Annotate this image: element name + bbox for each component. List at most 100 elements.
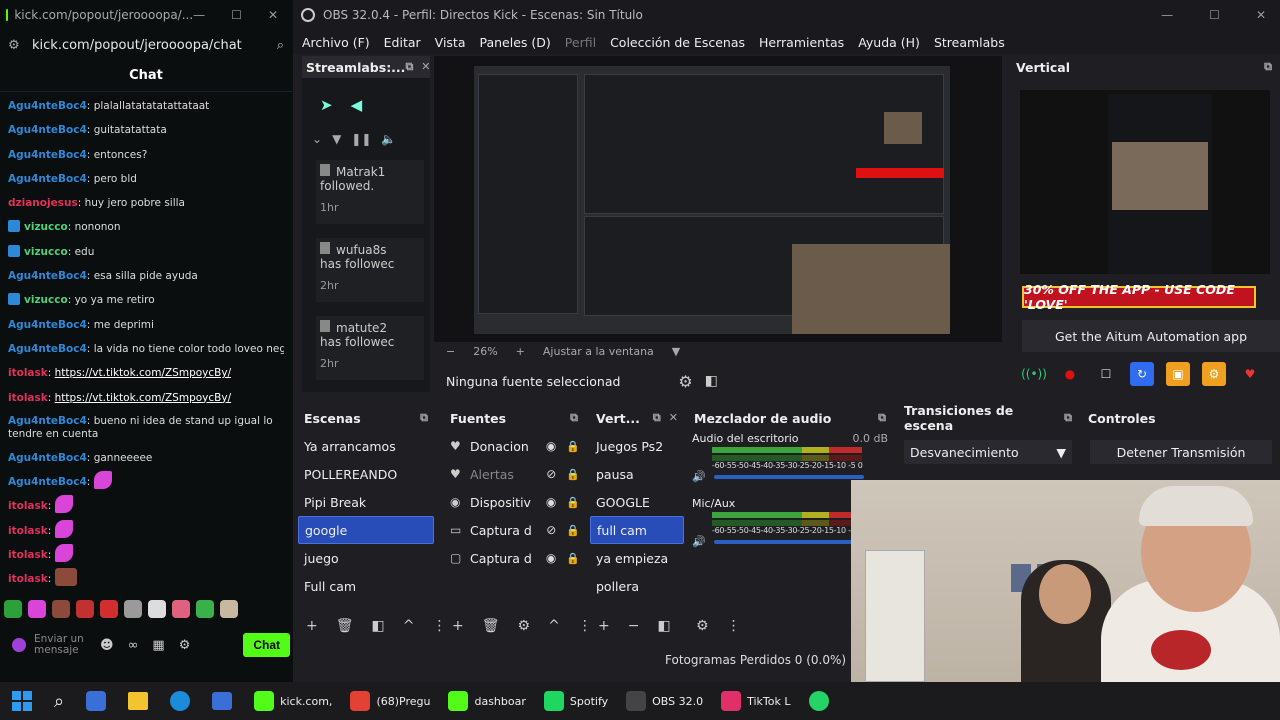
promo-banner[interactable]: 30% OFF THE APP - USE CODE 'LOVE' bbox=[1022, 282, 1256, 312]
vertical-scene-item[interactable]: pollera bbox=[590, 572, 684, 600]
site-settings-icon[interactable]: ⚙ bbox=[8, 38, 22, 53]
aitum-button[interactable]: Get the Aitum Automation app bbox=[1022, 320, 1280, 352]
scene-item[interactable]: google bbox=[298, 516, 434, 544]
source-item[interactable]: ♥ Donacion ◉ 🔒 bbox=[444, 432, 584, 460]
transition-select[interactable]: Desvanecimiento ▼ bbox=[904, 440, 1072, 464]
float-icon[interactable]: ⧉ bbox=[653, 411, 661, 425]
chat-username[interactable]: Agu4nteBoc4 bbox=[8, 270, 87, 282]
gear-icon[interactable]: ⚙ bbox=[678, 372, 692, 391]
url-bar[interactable]: ⚙ kick.com/popout/jeroooopa/chat ⌕ bbox=[0, 30, 292, 60]
lock-icon[interactable]: 🔒 bbox=[566, 440, 580, 453]
settings-icon[interactable]: ⚙ bbox=[1202, 362, 1226, 386]
speaker-icon[interactable]: 🔊 bbox=[692, 535, 706, 548]
taskbar-item[interactable]: OBS 32.0 bbox=[626, 682, 703, 720]
scene-item[interactable]: juego bbox=[298, 544, 434, 572]
emote-icon[interactable] bbox=[220, 600, 238, 618]
virtualcam-icon[interactable]: ☐ bbox=[1094, 362, 1118, 386]
search-icon[interactable]: ⌕ bbox=[277, 38, 284, 53]
emote-icon[interactable] bbox=[196, 600, 214, 618]
zoom-in-icon[interactable]: + bbox=[516, 345, 525, 358]
vertical-scene-item[interactable]: GOOGLE bbox=[590, 488, 684, 516]
vertical-scene-item[interactable]: pausa bbox=[590, 460, 684, 488]
chevron-down-icon[interactable]: ▼ bbox=[672, 345, 680, 358]
lock-icon[interactable]: 🔒 bbox=[566, 524, 580, 537]
add-icon[interactable]: + bbox=[598, 618, 610, 634]
send-chat-button[interactable]: Chat bbox=[243, 633, 290, 657]
taskbar-item[interactable]: Spotify bbox=[543, 682, 608, 720]
remove-icon[interactable]: − bbox=[628, 618, 640, 634]
gear-icon[interactable]: ⚙ bbox=[696, 618, 709, 634]
source-item[interactable]: ▢ Captura d ◉ 🔒 bbox=[444, 544, 584, 572]
trash-icon[interactable]: 🗑 bbox=[336, 618, 354, 634]
chat-username[interactable]: Agu4nteBoc4 bbox=[8, 415, 87, 427]
emote-icon[interactable] bbox=[124, 600, 142, 618]
float-icon[interactable]: ⧉ bbox=[570, 411, 578, 425]
volume-icon[interactable]: 🔈 bbox=[381, 132, 396, 146]
windows-start-icon[interactable] bbox=[12, 691, 32, 711]
emote-icon[interactable] bbox=[76, 600, 94, 618]
chat-username[interactable]: itolask bbox=[8, 573, 48, 585]
chat-username[interactable]: itolask bbox=[8, 392, 48, 404]
megaphone-icon[interactable]: ◀ bbox=[351, 96, 363, 114]
filter-icon[interactable]: ◧ bbox=[657, 618, 670, 634]
pause-icon[interactable]: ❚❚ bbox=[351, 132, 371, 146]
close-icon[interactable]: ✕ bbox=[268, 8, 278, 22]
volume-slider[interactable] bbox=[713, 539, 864, 544]
mod-icon[interactable]: ∞ bbox=[128, 638, 139, 653]
store-icon[interactable]: ▦ bbox=[152, 638, 164, 653]
chat-link[interactable]: https://vt.tiktok.com/ZSmpoycBy/ bbox=[55, 392, 231, 404]
activity-event[interactable]: matute2 has followec 2hr bbox=[316, 316, 424, 380]
menu-item[interactable]: Herramientas bbox=[759, 35, 844, 50]
emote-icon[interactable] bbox=[148, 600, 166, 618]
maximize-icon[interactable]: ☐ bbox=[231, 8, 242, 22]
scene-item[interactable]: Ya arrancamos bbox=[298, 432, 434, 460]
chat-username[interactable]: itolask bbox=[8, 525, 48, 537]
zoom-out-icon[interactable]: − bbox=[446, 345, 455, 358]
menu-item[interactable]: Archivo (F) bbox=[302, 35, 370, 50]
speaker-icon[interactable]: 🔊 bbox=[692, 470, 706, 483]
visibility-icon[interactable]: ◉ bbox=[546, 439, 556, 453]
taskbar-item[interactable]: dashboar bbox=[448, 682, 526, 720]
menu-item[interactable]: Colección de Escenas bbox=[610, 35, 745, 50]
minimize-icon[interactable]: — bbox=[1161, 8, 1173, 22]
lock-icon[interactable]: 🔒 bbox=[566, 468, 580, 481]
store-icon[interactable] bbox=[212, 692, 233, 710]
whatsapp-icon[interactable] bbox=[808, 691, 829, 711]
visibility-icon[interactable]: ⊘ bbox=[546, 467, 556, 481]
search-icon[interactable]: ⌕ bbox=[54, 691, 64, 712]
close-icon[interactable]: ✕ bbox=[1256, 8, 1266, 22]
emote-icon[interactable] bbox=[4, 600, 22, 618]
chat-username[interactable]: Agu4nteBoc4 bbox=[8, 173, 87, 185]
chat-username[interactable]: Agu4nteBoc4 bbox=[8, 319, 87, 331]
chat-username[interactable]: Agu4nteBoc4 bbox=[8, 149, 87, 161]
chat-username[interactable]: vizucco bbox=[24, 294, 68, 306]
emote-icon[interactable] bbox=[52, 600, 70, 618]
scene-item[interactable]: POLLEREANDO bbox=[298, 460, 434, 488]
emote-icon[interactable] bbox=[100, 600, 118, 618]
volume-slider[interactable] bbox=[713, 474, 864, 479]
chat-username[interactable]: Agu4nteBoc4 bbox=[8, 100, 87, 112]
edge-icon[interactable] bbox=[170, 691, 191, 711]
filter-icon[interactable]: ◧ bbox=[372, 618, 385, 634]
float-icon[interactable]: ⧉ bbox=[1264, 60, 1272, 74]
heart-icon[interactable]: ♥ bbox=[1238, 362, 1262, 386]
vertical-scene-item[interactable]: full cam bbox=[590, 516, 684, 544]
close-icon[interactable]: ✕ bbox=[669, 411, 678, 425]
chat-link[interactable]: https://vt.tiktok.com/ZSmpoycBy/ bbox=[55, 367, 231, 379]
source-item[interactable]: ♥ Alertas ⊘ 🔒 bbox=[444, 460, 584, 488]
main-preview[interactable] bbox=[434, 56, 1002, 342]
folder-icon[interactable] bbox=[128, 692, 149, 710]
lock-icon[interactable]: 🔒 bbox=[566, 552, 580, 565]
chevron-up-icon[interactable]: ^ bbox=[403, 618, 415, 634]
menu-item[interactable]: Streamlabs bbox=[934, 35, 1005, 50]
send-icon[interactable]: ➤ bbox=[320, 96, 333, 114]
chat-composer[interactable]: Enviar un mensaje ☻ ∞ ▦ ⚙ Chat bbox=[6, 628, 290, 662]
menu-item[interactable]: Perfil bbox=[565, 35, 596, 50]
chat-username[interactable]: itolask bbox=[8, 549, 48, 561]
vertical-scene-item[interactable]: Juegos Ps2 bbox=[590, 432, 684, 460]
close-icon[interactable]: ✕ bbox=[421, 60, 430, 74]
emote-icon[interactable] bbox=[172, 600, 190, 618]
menu-item[interactable]: Ayuda (H) bbox=[858, 35, 920, 50]
minimize-icon[interactable]: — bbox=[193, 8, 205, 22]
menu-item[interactable]: Paneles (D) bbox=[480, 35, 551, 50]
